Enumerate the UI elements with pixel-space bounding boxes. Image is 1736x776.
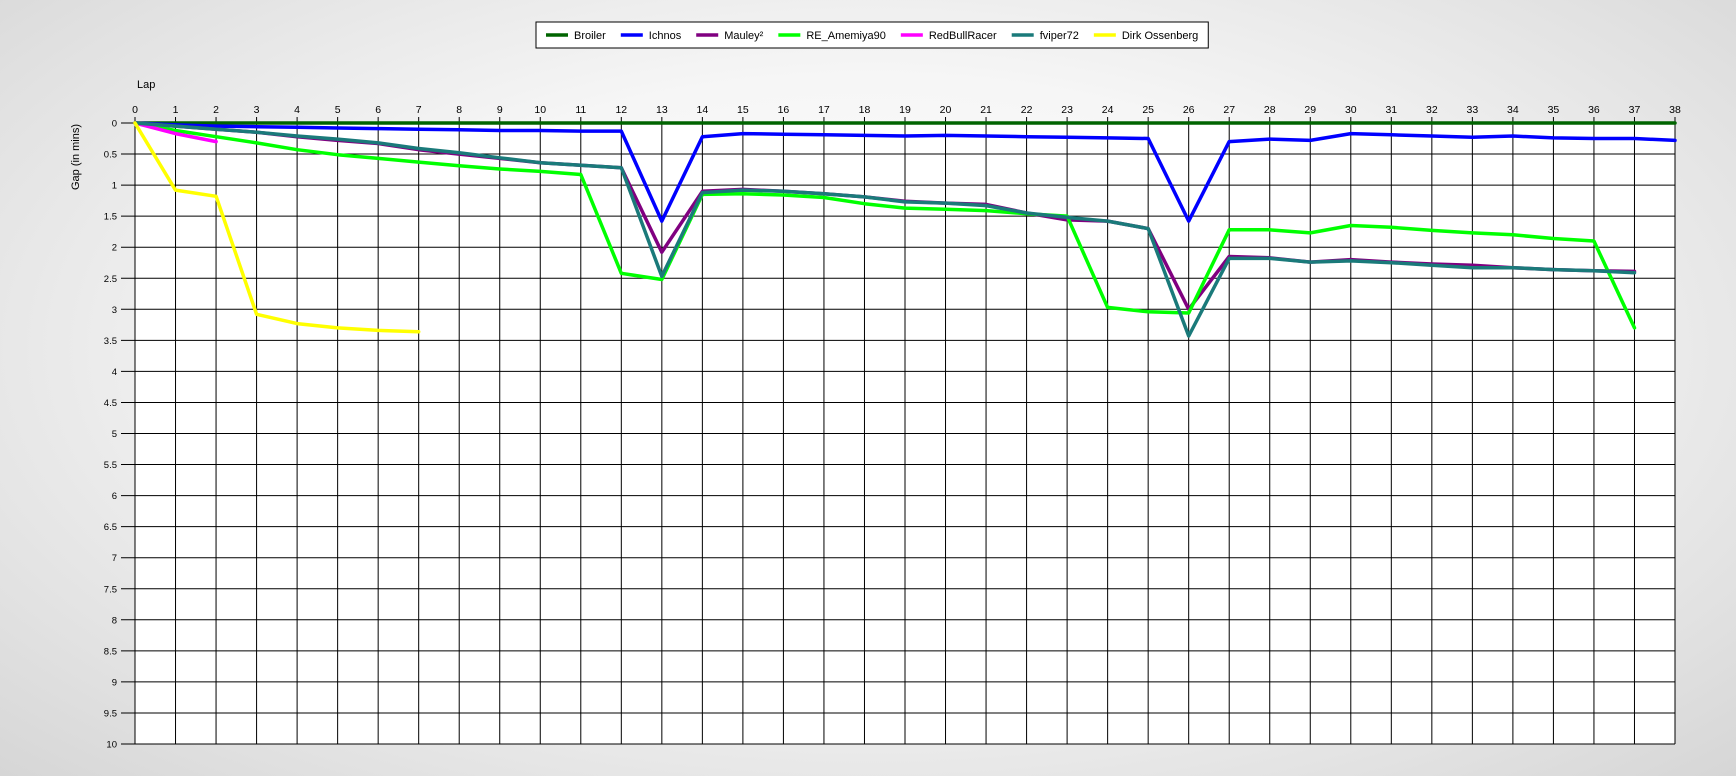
x-tick-label: 15 [737, 104, 749, 116]
x-tick-label: 8 [456, 104, 462, 116]
x-tick-label: 29 [1304, 104, 1316, 116]
x-tick-label: 20 [940, 104, 952, 116]
x-tick-label: 25 [1142, 104, 1154, 116]
x-tick-label: 1 [173, 104, 179, 116]
x-tick-label: 38 [1669, 104, 1681, 116]
y-tick-label: 4.5 [104, 398, 117, 409]
x-tick-label: 16 [778, 104, 790, 116]
x-tick-label: 28 [1264, 104, 1276, 116]
x-tick-label: 22 [1021, 104, 1033, 116]
x-tick-label: 19 [899, 104, 911, 116]
y-axis-label: Gap (in mins) [70, 124, 82, 190]
y-tick-label: 1.5 [104, 212, 117, 223]
y-tick-label: 9 [112, 677, 117, 688]
legend: Broiler Ichnos Mauley² RE_Amemiya90 RedBullR… [535, 21, 1209, 49]
x-tick-label: 24 [1102, 104, 1114, 116]
x-tick-label: 18 [859, 104, 871, 116]
y-tick-label: 3.5 [104, 336, 117, 347]
x-tick-label: 31 [1385, 104, 1397, 116]
y-tick-label: 8.5 [104, 646, 117, 657]
x-tick-label: 3 [254, 104, 260, 116]
y-tick-label: 8 [112, 615, 117, 626]
y-tick-label: 5.5 [104, 460, 117, 471]
y-tick-label: 3 [112, 305, 117, 316]
x-tick-label: 30 [1345, 104, 1357, 116]
x-tick-label: 34 [1507, 104, 1519, 116]
x-tick-label: 4 [294, 104, 300, 116]
x-tick-label: 12 [615, 104, 627, 116]
y-tick-label: 2.5 [104, 274, 117, 285]
y-tick-label: 10 [106, 740, 117, 751]
grid [121, 117, 1676, 745]
y-tick-label: 5 [112, 429, 117, 440]
x-tick-label: 26 [1183, 104, 1195, 116]
x-tick-label: 33 [1467, 104, 1479, 116]
x-tick-label: 35 [1548, 104, 1560, 116]
y-tick-label: 6.5 [104, 522, 117, 533]
y-tick-label: 6 [112, 491, 117, 502]
legend-label-1: Ichnos [649, 30, 682, 42]
x-axis-label: Lap [137, 79, 155, 91]
y-tick-label: 7.5 [104, 584, 117, 595]
x-tick-label: 23 [1061, 104, 1073, 116]
x-tick-label: 10 [534, 104, 546, 116]
x-tick-label: 0 [132, 104, 138, 116]
legend-label-0: Broiler [574, 30, 606, 42]
x-tick-label: 36 [1588, 104, 1600, 116]
y-tick-label: 0.5 [104, 150, 117, 161]
y-tick-label: 0 [112, 119, 117, 130]
x-tick-label: 6 [375, 104, 381, 116]
gap-chart: Broiler Ichnos Mauley² RE_Amemiya90 RedBullR… [70, 21, 1681, 751]
y-tick-label: 7 [112, 553, 117, 564]
x-tick-label: 11 [575, 104, 586, 116]
legend-label-2: Mauley² [724, 30, 763, 42]
legend-label-5: fviper72 [1040, 30, 1079, 42]
legend-label-3: RE_Amemiya90 [806, 30, 885, 42]
x-tick-label: 2 [213, 104, 219, 116]
x-tick-label: 13 [656, 104, 668, 116]
legend-label-6: Dirk Ossenberg [1122, 30, 1198, 42]
y-tick-label: 2 [112, 243, 117, 254]
x-tick-label: 7 [416, 104, 422, 116]
x-tick-label: 14 [697, 104, 709, 116]
y-tick-label: 4 [112, 367, 117, 378]
x-tick-label: 32 [1426, 104, 1438, 116]
x-tick-label: 37 [1629, 104, 1641, 116]
x-tick-label: 21 [980, 104, 992, 116]
x-tick-label: 5 [335, 104, 341, 116]
x-tick-label: 17 [818, 104, 830, 116]
y-tick-label: 1 [112, 181, 117, 192]
legend-label-4: RedBullRacer [929, 30, 997, 42]
x-tick-label: 27 [1223, 104, 1235, 116]
x-tick-label: 9 [497, 104, 503, 116]
y-tick-label: 9.5 [104, 708, 117, 719]
